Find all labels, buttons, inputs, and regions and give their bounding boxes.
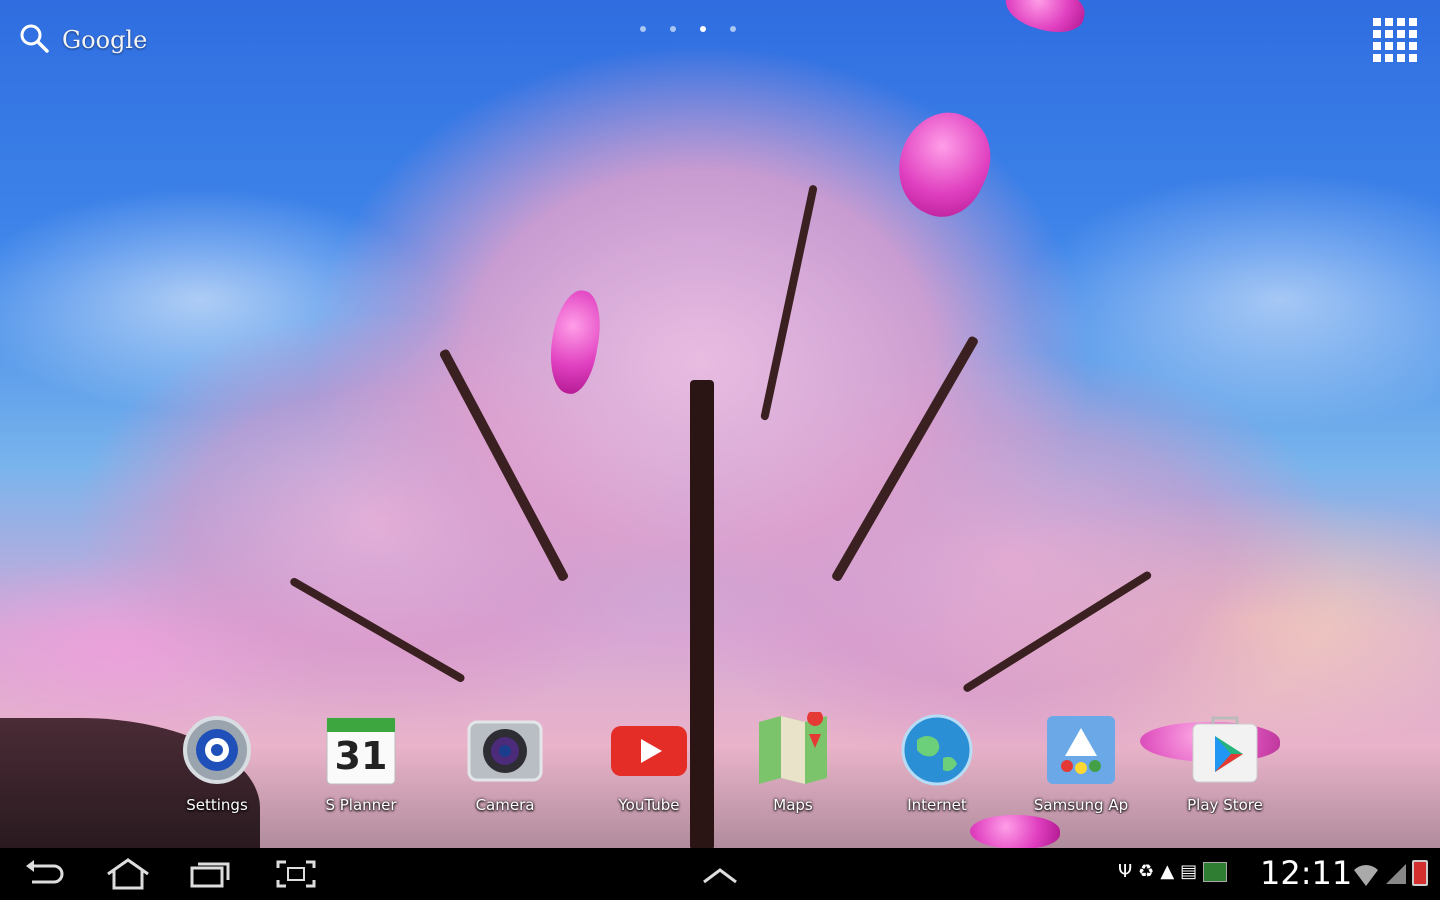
camera-icon <box>467 712 543 788</box>
back-icon <box>22 860 66 894</box>
samsung-apps-icon <box>1043 712 1119 788</box>
home-button[interactable] <box>104 858 149 890</box>
calendar-day: 31 <box>334 734 388 778</box>
chevron-up-icon <box>698 868 742 894</box>
app-label: Camera <box>475 796 535 814</box>
home-top-bar: Google <box>0 0 1440 80</box>
petal <box>882 98 1006 230</box>
page-dot <box>640 26 646 32</box>
search-label: Google <box>62 26 148 54</box>
app-play-store[interactable]: Play Store <box>1175 712 1275 814</box>
system-bar: Ψ ♻ ▲ ▤ 12:11 <box>0 848 1440 900</box>
app-settings[interactable]: Settings <box>167 712 267 814</box>
recycle-icon: ♻ <box>1138 861 1155 882</box>
search-icon <box>18 22 50 58</box>
app-label: Maps <box>773 796 813 814</box>
tree-branch <box>760 184 818 421</box>
page-dot <box>670 26 676 32</box>
play-store-icon <box>1187 712 1263 788</box>
app-label: Settings <box>186 796 248 814</box>
petal <box>543 286 607 398</box>
screenshot-button[interactable] <box>274 858 318 890</box>
wifi-icon <box>1352 860 1380 892</box>
tree-branch <box>830 335 980 583</box>
image-icon <box>1203 862 1228 882</box>
app-s-planner[interactable]: 31 S Planner <box>311 712 411 814</box>
apps-tray-handle[interactable] <box>698 858 742 890</box>
app-internet[interactable]: Internet <box>887 712 987 814</box>
page-dot-current <box>700 26 706 32</box>
usb-icon: Ψ <box>1118 861 1133 882</box>
app-label: Play Store <box>1187 796 1263 814</box>
tree-branch <box>961 570 1153 694</box>
apps-grid-icon[interactable] <box>1373 18 1417 62</box>
youtube-icon <box>611 712 687 788</box>
tree-branch <box>438 348 570 583</box>
page-indicator <box>640 26 736 32</box>
tree-branch <box>288 576 466 684</box>
app-label: S Planner <box>325 796 397 814</box>
recent-apps-icon <box>188 862 232 894</box>
app-label: Internet <box>907 796 967 814</box>
signal-icon <box>1384 862 1408 890</box>
app-camera[interactable]: Camera <box>455 712 555 814</box>
app-label: YouTube <box>618 796 680 814</box>
screenshot-icon <box>274 860 318 894</box>
status-icons: Ψ ♻ ▲ ▤ <box>1118 861 1228 882</box>
battery-icon <box>1412 860 1428 886</box>
back-button[interactable] <box>22 858 66 890</box>
sd-card-icon: ▤ <box>1180 861 1198 882</box>
app-youtube[interactable]: YouTube <box>599 712 699 814</box>
app-samsung-apps[interactable]: Samsung Ap <box>1031 712 1131 814</box>
maps-icon <box>755 710 831 788</box>
home-icon <box>104 858 152 894</box>
warning-icon: ▲ <box>1160 861 1175 882</box>
calendar-icon: 31 <box>323 712 399 788</box>
globe-icon <box>899 712 975 788</box>
settings-gear-icon <box>179 712 255 788</box>
home-shortcuts: Settings 31 S Planner Camera YouTube Map… <box>167 710 1280 832</box>
status-clock: 12:11 <box>1260 854 1353 892</box>
google-search-widget[interactable]: Google <box>18 22 147 58</box>
page-dot <box>730 26 736 32</box>
app-label: Samsung Ap <box>1033 796 1129 814</box>
app-maps[interactable]: Maps <box>743 710 843 814</box>
recent-apps-button[interactable] <box>188 858 232 890</box>
